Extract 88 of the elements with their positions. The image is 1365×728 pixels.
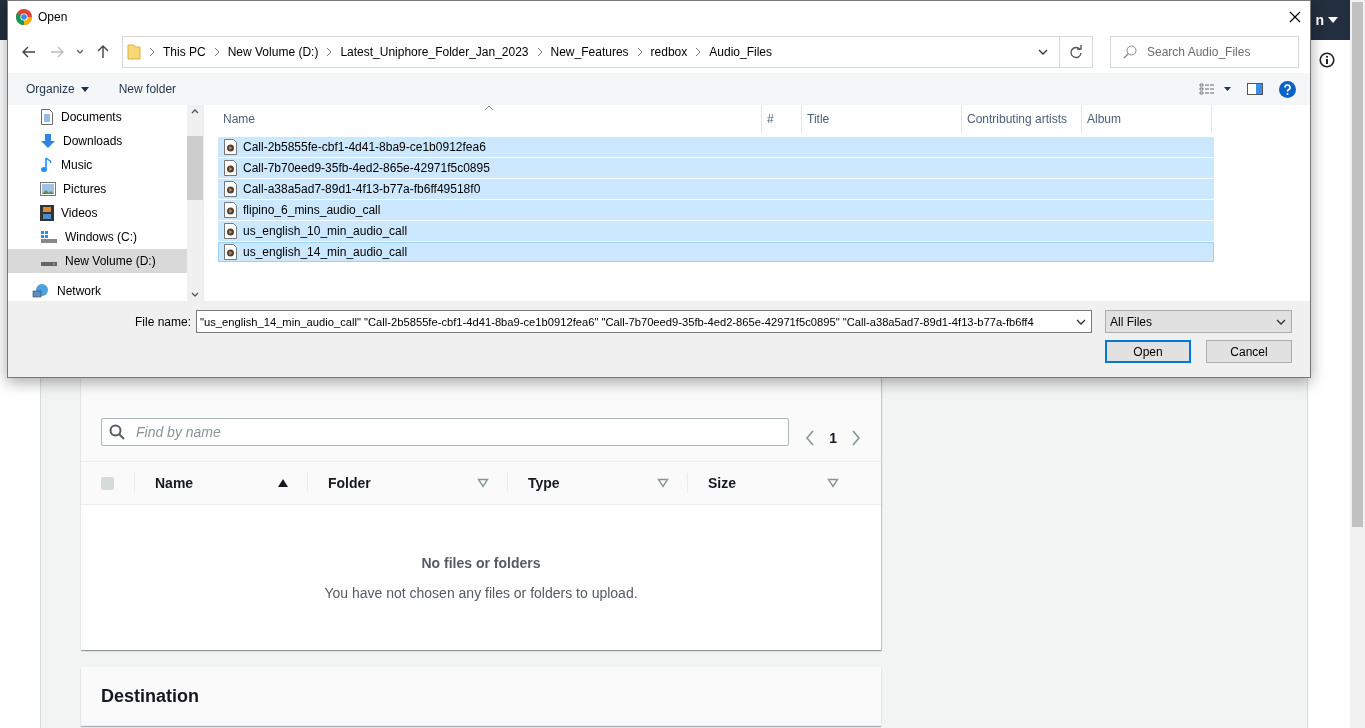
search-icon xyxy=(109,424,125,440)
column-header[interactable]: Album xyxy=(1082,105,1212,133)
scroll-down-icon[interactable] xyxy=(191,292,199,298)
chevron-icon[interactable] xyxy=(213,48,220,56)
breadcrumb-item[interactable]: This PC xyxy=(163,45,206,59)
breadcrumb-item[interactable]: New_Features xyxy=(550,45,629,59)
up-arrow-icon[interactable] xyxy=(97,45,109,59)
film-strip-icon xyxy=(40,205,54,221)
sidebar-item[interactable]: New Volume (D:) xyxy=(8,249,187,273)
address-bar[interactable]: This PC New Volume (D:) Latest_Uniphore_Folder_Jan_2023 New_Features redbox Audio_Files xyxy=(122,36,1093,68)
search-field[interactable]: Find by name xyxy=(101,418,790,446)
chevron-icon[interactable] xyxy=(149,48,155,56)
search-field[interactable]: Search Audio_Files xyxy=(1110,36,1299,68)
sidebar-item[interactable]: Network xyxy=(8,279,187,301)
file-row[interactable]: us_english_14_min_audio_call xyxy=(218,242,1214,262)
organize-menu[interactable]: Organize xyxy=(26,82,89,96)
field-label: File name: xyxy=(133,314,191,329)
view-options-icon[interactable] xyxy=(1199,83,1231,95)
column-header[interactable]: Folder xyxy=(328,475,371,491)
select-all-checkbox[interactable] xyxy=(101,476,114,490)
sidebar-item[interactable]: Documents xyxy=(8,105,187,129)
file-row[interactable]: flipino_6_mins_audio_call xyxy=(218,200,1214,220)
file-name-field[interactable]: "us_english_14_min_audio_call" "Call-2b5855fe-cbf1-4d41-8ba9-ce1b0912fea6" "Call-7b70eed9-35fb-4ed2-865e-42971f5c0895" "Call-a38a5ad7-89d1-4f13-b77a-fb6ff4 xyxy=(196,310,1092,333)
dialog-button[interactable]: Open xyxy=(1105,340,1191,363)
column-header[interactable]: Contributing artists xyxy=(962,105,1082,133)
file-row[interactable]: Call-2b5855fe-cbf1-4d41-8ba9-ce1b0912fea6 xyxy=(218,137,1214,157)
scroll-up-icon[interactable] xyxy=(191,108,199,114)
breadcrumb-item[interactable]: Latest_Uniphore_Folder_Jan_2023 xyxy=(340,45,529,59)
help-icon[interactable] xyxy=(1279,80,1296,98)
window-title: Open xyxy=(38,10,69,24)
caret-icon xyxy=(80,86,89,92)
file-type-dropdown[interactable]: All Files xyxy=(1105,310,1292,333)
file-row[interactable]: us_english_10_min_audio_call xyxy=(218,221,1214,241)
chevron-down-icon[interactable] xyxy=(76,49,84,55)
audio-file-icon xyxy=(224,244,237,260)
network-icon xyxy=(32,283,50,299)
search-icon xyxy=(1123,45,1137,59)
column-header[interactable]: Name xyxy=(155,475,194,491)
folder-icon xyxy=(127,44,141,60)
browser-logo-icon xyxy=(16,9,32,25)
sidebar-item[interactable]: Downloads xyxy=(8,129,187,153)
breadcrumb-item[interactable]: Audio_Files xyxy=(709,45,772,59)
page-number[interactable]: 1 xyxy=(829,430,837,446)
empty-message: You have not chosen any files or folders to upload. xyxy=(324,584,638,601)
file-row[interactable]: Call-7b70eed9-35fb-4ed2-865e-42971f5c0895 xyxy=(218,158,1214,178)
download-arrow-icon xyxy=(40,133,56,149)
column-header[interactable]: Type xyxy=(528,475,560,491)
dialog-button[interactable]: Cancel xyxy=(1206,340,1292,363)
scrollbar-thumb[interactable] xyxy=(187,136,203,200)
breadcrumb-item[interactable]: New Volume (D:) xyxy=(227,45,319,59)
picture-icon xyxy=(40,182,56,196)
music-note-icon xyxy=(40,157,54,173)
chevron-icon[interactable] xyxy=(636,48,643,56)
column-header[interactable]: # xyxy=(762,105,802,133)
empty-title: No files or folders xyxy=(421,554,541,571)
sidebar-item[interactable]: Pictures xyxy=(8,177,187,201)
info-icon[interactable] xyxy=(1319,52,1335,68)
breadcrumb-item[interactable]: redbox xyxy=(650,45,688,59)
next-page-icon[interactable] xyxy=(851,430,861,446)
previous-page-icon[interactable] xyxy=(805,430,816,446)
sidebar-item[interactable]: Music xyxy=(8,153,187,177)
scrollbar-thumb[interactable] xyxy=(1352,2,1363,527)
chevron-icon[interactable] xyxy=(326,48,333,56)
new-folder-button[interactable]: New folder xyxy=(118,82,177,96)
sidebar-item[interactable]: Videos xyxy=(8,201,187,225)
file-row[interactable]: Call-a38a5ad7-89d1-4f13-b77a-fb6ff49518f0 xyxy=(218,179,1214,199)
chevron-icon[interactable] xyxy=(536,48,543,56)
audio-file-icon xyxy=(224,202,237,218)
refresh-icon[interactable] xyxy=(1069,45,1083,59)
chevron-icon[interactable] xyxy=(695,48,702,56)
audio-file-icon xyxy=(224,223,237,239)
caret-icon[interactable] xyxy=(1328,16,1338,24)
drive-icon xyxy=(40,230,58,244)
close-icon[interactable] xyxy=(1289,11,1301,23)
section-title: Destination xyxy=(101,685,199,707)
audio-file-icon xyxy=(224,181,237,197)
document-icon xyxy=(40,109,54,125)
drive-icon xyxy=(41,262,57,266)
sidebar-item[interactable]: Windows (C:) xyxy=(8,225,187,249)
column-header[interactable]: Title xyxy=(802,105,962,133)
account-menu-label[interactable]: n xyxy=(1315,12,1324,28)
preview-pane-icon[interactable] xyxy=(1247,83,1263,95)
back-arrow-icon[interactable] xyxy=(22,46,36,58)
audio-file-icon xyxy=(224,160,237,176)
audio-file-icon xyxy=(224,139,237,155)
column-header[interactable]: Size xyxy=(708,475,736,491)
column-header[interactable]: Name xyxy=(218,105,762,133)
sort-icon[interactable] xyxy=(277,478,289,488)
